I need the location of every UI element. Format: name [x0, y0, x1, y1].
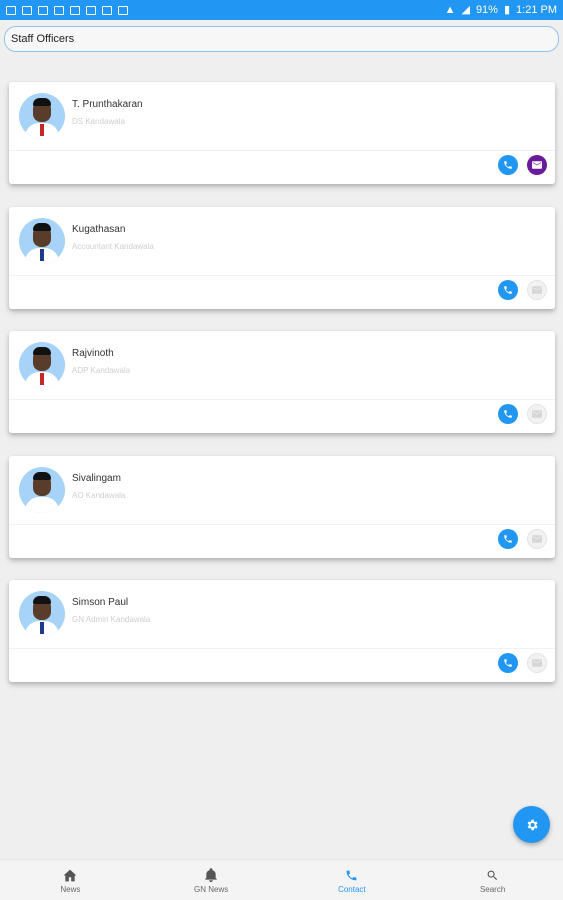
contact-name: Simson Paul [72, 597, 129, 608]
contact-role: DS Kandawala [72, 117, 125, 126]
avatar [19, 218, 65, 264]
email-button[interactable] [527, 653, 547, 673]
notification-icon [54, 5, 64, 15]
contact-role: AO Kandawala [72, 491, 126, 500]
contact-name: Sivalingam [72, 473, 121, 484]
phone-icon [504, 535, 512, 543]
contact-role: GN Admin Kandawala [72, 615, 151, 624]
phone-icon [504, 286, 512, 294]
contact-role: Accountant Kandawala [72, 242, 154, 251]
contact-card[interactable]: Kugathasan Accountant Kandawala [9, 207, 555, 309]
phone-icon [504, 659, 512, 667]
clock: 1:21 PM [516, 4, 557, 16]
bell-icon [205, 868, 217, 882]
notification-icon [118, 5, 128, 15]
notification-icon [86, 5, 96, 15]
notification-icon [70, 5, 80, 15]
signal-icon: ◢ [461, 3, 470, 16]
divider [9, 399, 555, 400]
call-button[interactable] [498, 653, 518, 673]
mail-icon [532, 410, 542, 418]
gear-icon [527, 819, 538, 830]
divider [9, 275, 555, 276]
search-bar[interactable] [4, 26, 559, 52]
notification-icon [6, 5, 16, 15]
email-button[interactable] [527, 529, 547, 549]
nav-label: News [60, 884, 81, 894]
contact-name: T. Prunthakaran [72, 99, 143, 110]
nav-label: Search [479, 884, 506, 894]
nav-news[interactable]: News [0, 860, 141, 900]
wifi-icon: ▲ [444, 3, 456, 16]
settings-fab[interactable] [513, 806, 550, 843]
contact-role: ADP Kandawala [72, 366, 131, 375]
nav-label: Contact [338, 884, 366, 894]
phone-icon [504, 161, 512, 169]
contact-card[interactable]: Sivalingam AO Kandawala [9, 456, 555, 558]
avatar [19, 342, 65, 388]
call-button[interactable] [498, 404, 518, 424]
avatar [19, 467, 65, 513]
nav-search[interactable]: Search [422, 860, 563, 900]
bottom-nav: News GN News Contact Search [0, 859, 563, 900]
notification-icon [102, 5, 112, 15]
notification-icons [6, 5, 445, 15]
contact-name: Rajvinoth [72, 348, 114, 359]
phone-icon [347, 870, 357, 880]
divider [9, 648, 555, 649]
call-button[interactable] [498, 280, 518, 300]
status-bar: ▲ ◢ 91% ▮ 1:21 PM [0, 0, 563, 20]
mail-icon [532, 161, 542, 169]
call-button[interactable] [498, 529, 518, 549]
call-button[interactable] [498, 155, 518, 175]
nav-contact[interactable]: Contact [282, 860, 423, 900]
email-button[interactable] [527, 280, 547, 300]
divider [9, 150, 555, 151]
phone-icon [504, 410, 512, 418]
contact-card[interactable]: T. Prunthakaran DS Kandawala [9, 82, 555, 184]
search-input[interactable] [11, 33, 558, 45]
battery-icon: ▮ [503, 3, 511, 16]
mail-icon [532, 535, 542, 543]
mail-icon [532, 659, 542, 667]
contact-card[interactable]: Simson Paul GN Admin Kandawala [9, 580, 555, 682]
email-button[interactable] [527, 404, 547, 424]
mail-icon [532, 286, 542, 294]
notification-icon [22, 5, 32, 15]
avatar [19, 93, 65, 139]
avatar [19, 591, 65, 637]
contact-name: Kugathasan [72, 224, 126, 235]
nav-gn-news[interactable]: GN News [141, 860, 282, 900]
search-icon [487, 870, 498, 880]
home-icon [63, 869, 77, 881]
divider [9, 524, 555, 525]
contact-card[interactable]: Rajvinoth ADP Kandawala [9, 331, 555, 433]
notification-icon [38, 5, 48, 15]
email-button[interactable] [527, 155, 547, 175]
battery-percent: 91% [475, 4, 498, 16]
nav-label: GN News [194, 885, 229, 894]
